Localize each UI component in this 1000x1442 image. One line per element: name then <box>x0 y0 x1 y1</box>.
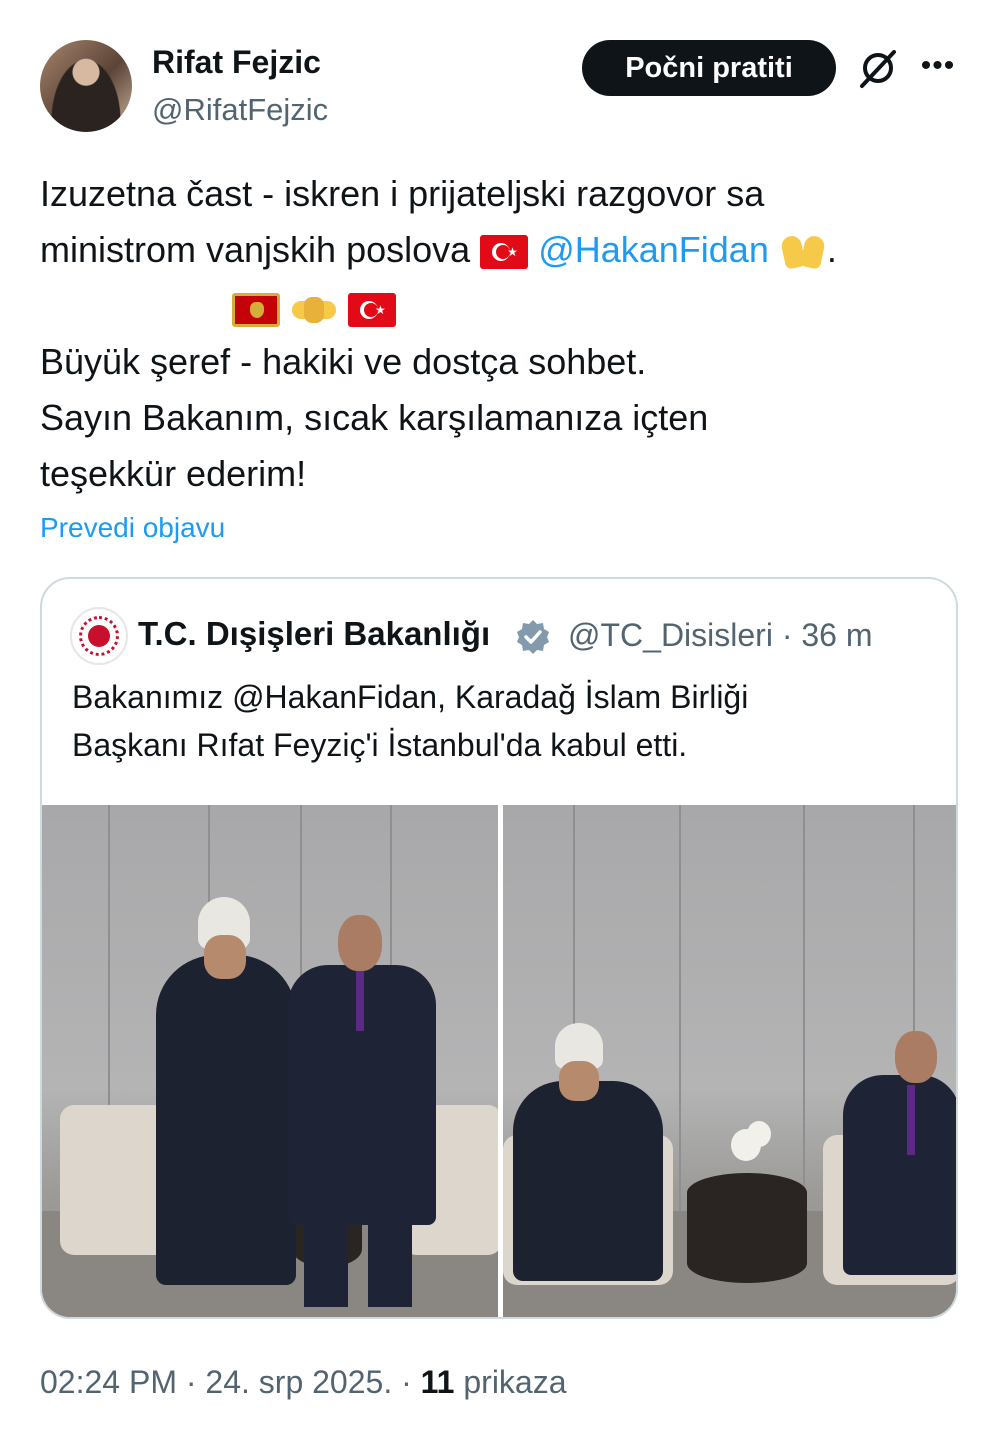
author-avatar[interactable] <box>40 40 132 132</box>
quoted-post[interactable]: T.C. Dışişleri Bakanlığı @TC_Disisleri ·… <box>40 577 958 1319</box>
mention-link[interactable]: @HakanFidan <box>538 229 769 270</box>
translate-post-link[interactable]: Prevedi objavu <box>40 512 225 544</box>
more-options-icon[interactable]: ••• <box>918 46 958 90</box>
handshake-icon <box>290 293 338 327</box>
post-text-line: ministrom vanjskih poslova ★ @HakanFidan… <box>40 222 970 278</box>
grok-icon[interactable] <box>856 46 900 90</box>
quoted-handle-time: @TC_Disisleri · 36 m <box>568 617 873 653</box>
post-text: ministrom vanjskih poslova <box>40 229 471 270</box>
turkey-flag-icon: ★ <box>348 293 397 328</box>
quoted-text-line: Bakanımız @HakanFidan, Karadağ İslam Bir… <box>72 679 749 715</box>
quoted-photo-1[interactable] <box>42 805 498 1317</box>
views-label: prikaza <box>454 1364 567 1400</box>
post-emoji-line: ★ <box>232 280 1000 336</box>
quoted-author-name[interactable]: T.C. Dışişleri Bakanlığı <box>138 615 490 653</box>
quoted-photo-2[interactable] <box>503 805 956 1317</box>
author-name[interactable]: Rifat Fejzic <box>152 44 321 81</box>
montenegro-flag-icon <box>232 293 280 328</box>
turkey-flag-icon: ★ <box>480 235 529 270</box>
quoted-text-line: Başkanı Rıfat Feyziç'i İstanbul'da kabul… <box>72 727 688 763</box>
post-text-line: Izuzetna čast - iskren i prijateljski ra… <box>40 173 765 214</box>
post-text-line: Büyük şeref - hakiki ve dostça sohbet. <box>40 341 647 382</box>
post-timestamp[interactable]: 02:24 PM · 24. srp 2025. · <box>40 1364 421 1400</box>
raising-hands-icon <box>779 230 827 274</box>
post-text-line: Sayın Bakanım, sıcak karşılamanıza içten <box>40 397 709 438</box>
author-handle[interactable]: @RifatFejzic <box>152 92 328 128</box>
quoted-author-avatar[interactable] <box>70 607 128 665</box>
follow-button[interactable]: Počni pratiti <box>582 40 836 96</box>
verified-badge-icon <box>517 620 549 654</box>
post-text: . <box>826 229 837 270</box>
views-count: 11 <box>420 1364 455 1400</box>
post-text-line: teşekkür ederim! <box>40 453 307 494</box>
post-timestamp-views: 02:24 PM · 24. srp 2025. · 11 prikaza <box>40 1364 567 1401</box>
